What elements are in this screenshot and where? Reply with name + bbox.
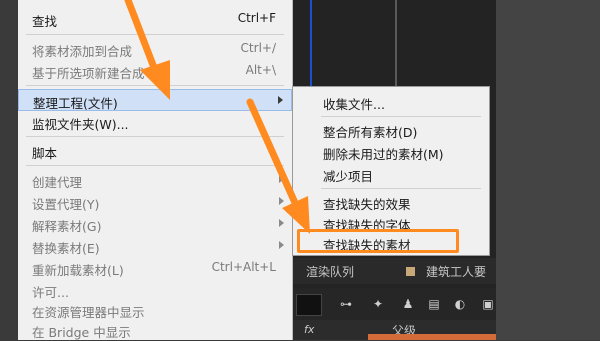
- menu-item-label: 整理工程(文件): [33, 96, 118, 111]
- composition-color-label-icon: [406, 267, 415, 276]
- menu-separator: [26, 165, 284, 166]
- menu-item-shortcut: Alt+\: [245, 63, 276, 77]
- menu-item-label: 基于所选项新建合成: [32, 66, 145, 81]
- submenu-arrow-icon: [279, 241, 284, 249]
- menu-item-new-comp-from-selection[interactable]: 基于所选项新建合成 Alt+\: [18, 60, 292, 82]
- menu-item-label: 将素材添加到合成: [32, 44, 133, 59]
- menu-item-shortcut: Ctrl+Alt+L: [211, 260, 276, 274]
- menu-item-interpret-footage[interactable]: 解释素材(G): [18, 213, 292, 235]
- menu-item-create-proxy[interactable]: 创建代理: [18, 169, 292, 191]
- fx-switch-label: fx: [304, 323, 315, 336]
- tab-composition[interactable]: 建筑工人要: [426, 263, 486, 280]
- frame-blending-icon[interactable]: ▤: [426, 296, 442, 312]
- submenu-item-consolidate-footage[interactable]: 整合所有素材(D): [293, 119, 489, 141]
- submenu-item-reduce-project[interactable]: 减少项目: [293, 163, 489, 185]
- menu-item-find[interactable]: 查找 Ctrl+F: [18, 8, 292, 30]
- submenu-item-label: 收集文件...: [323, 97, 385, 112]
- timeline-search-input[interactable]: [296, 294, 322, 316]
- timeline-toolbar: ⊶ ✦ ♟ ▤ ◐ ▣: [290, 288, 496, 320]
- submenu-item-label: 删除未用过的素材(M): [323, 147, 444, 162]
- submenu-item-label: 查找缺失的效果: [323, 197, 411, 212]
- menu-item-replace-footage[interactable]: 替换素材(E): [18, 235, 292, 257]
- submenu-arrow-icon: [278, 96, 283, 104]
- menu-item-reveal-in-bridge[interactable]: 在 Bridge 中显示: [18, 319, 292, 341]
- menu-item-label: 重新加载素材(L): [32, 263, 124, 278]
- menu-item-label: 设置代理(Y): [32, 197, 100, 212]
- menu-item-dependencies[interactable]: 整理工程(文件): [18, 89, 292, 111]
- submenu-arrow-icon: [279, 197, 284, 205]
- submenu-item-remove-unused-footage[interactable]: 删除未用过的素材(M): [293, 141, 489, 163]
- graph-editor-icon[interactable]: ▣: [480, 296, 496, 312]
- menu-item-set-proxy[interactable]: 设置代理(Y): [18, 191, 292, 213]
- dependencies-submenu: 收集文件... 整合所有素材(D) 删除未用过的素材(M) 减少项目 查找缺失的…: [292, 86, 490, 256]
- submenu-separator: [321, 116, 481, 117]
- menu-item-add-footage-to-comp[interactable]: 将素材添加到合成 Ctrl+/: [18, 38, 292, 60]
- submenu-separator: [321, 188, 481, 189]
- menu-item-shortcut: Ctrl+/: [240, 41, 276, 55]
- current-time-indicator-bar: [368, 334, 496, 340]
- menu-item-label: 解释素材(G): [32, 219, 102, 234]
- menu-item-label: 替换素材(E): [32, 241, 100, 256]
- file-context-menu: 查找 Ctrl+F 将素材添加到合成 Ctrl+/ 基于所选项新建合成 Alt+…: [18, 0, 293, 340]
- menu-item-license[interactable]: 许可...: [18, 279, 292, 301]
- submenu-arrow-icon: [279, 175, 284, 183]
- submenu-item-label: 减少项目: [323, 169, 374, 184]
- menu-item-shortcut: Ctrl+F: [237, 11, 276, 25]
- submenu-item-collect-files[interactable]: 收集文件...: [293, 91, 489, 113]
- composition-flowchart-icon[interactable]: ⊶: [338, 296, 354, 312]
- menu-item-reveal-in-explorer[interactable]: 在资源管理器中显示: [18, 299, 292, 321]
- menu-separator: [26, 85, 284, 86]
- composition-blue-guide: [310, 0, 312, 90]
- menu-separator: [26, 34, 284, 35]
- shy-layers-icon[interactable]: ♟: [400, 296, 416, 312]
- panel-tab-bar: 渲染队列 建筑工人要: [290, 258, 496, 284]
- annotation-highlight-box: [297, 229, 459, 253]
- menu-item-label: 在 Bridge 中显示: [32, 325, 131, 340]
- composition-grey-guide: [395, 0, 397, 90]
- tab-render-queue[interactable]: 渲染队列: [306, 263, 354, 280]
- menu-item-scripts[interactable]: 脚本: [18, 140, 292, 162]
- menu-item-label: 监视文件夹(W)...: [32, 117, 129, 132]
- menu-item-label: 创建代理: [32, 175, 83, 190]
- menu-item-label: 查找: [32, 14, 58, 29]
- submenu-item-label: 整合所有素材(D): [323, 125, 418, 140]
- motion-blur-icon[interactable]: ◐: [452, 296, 468, 312]
- menu-separator: [26, 136, 284, 137]
- submenu-arrow-icon: [279, 219, 284, 227]
- draft-3d-icon[interactable]: ✦: [370, 296, 386, 312]
- menu-item-watch-folder[interactable]: 监视文件夹(W)...: [18, 111, 292, 133]
- right-panel-strip: [496, 0, 600, 340]
- menu-item-reload-footage[interactable]: 重新加载素材(L) Ctrl+Alt+L: [18, 257, 292, 279]
- menu-item-label: 脚本: [32, 146, 58, 161]
- submenu-item-find-missing-effects[interactable]: 查找缺失的效果: [293, 191, 489, 213]
